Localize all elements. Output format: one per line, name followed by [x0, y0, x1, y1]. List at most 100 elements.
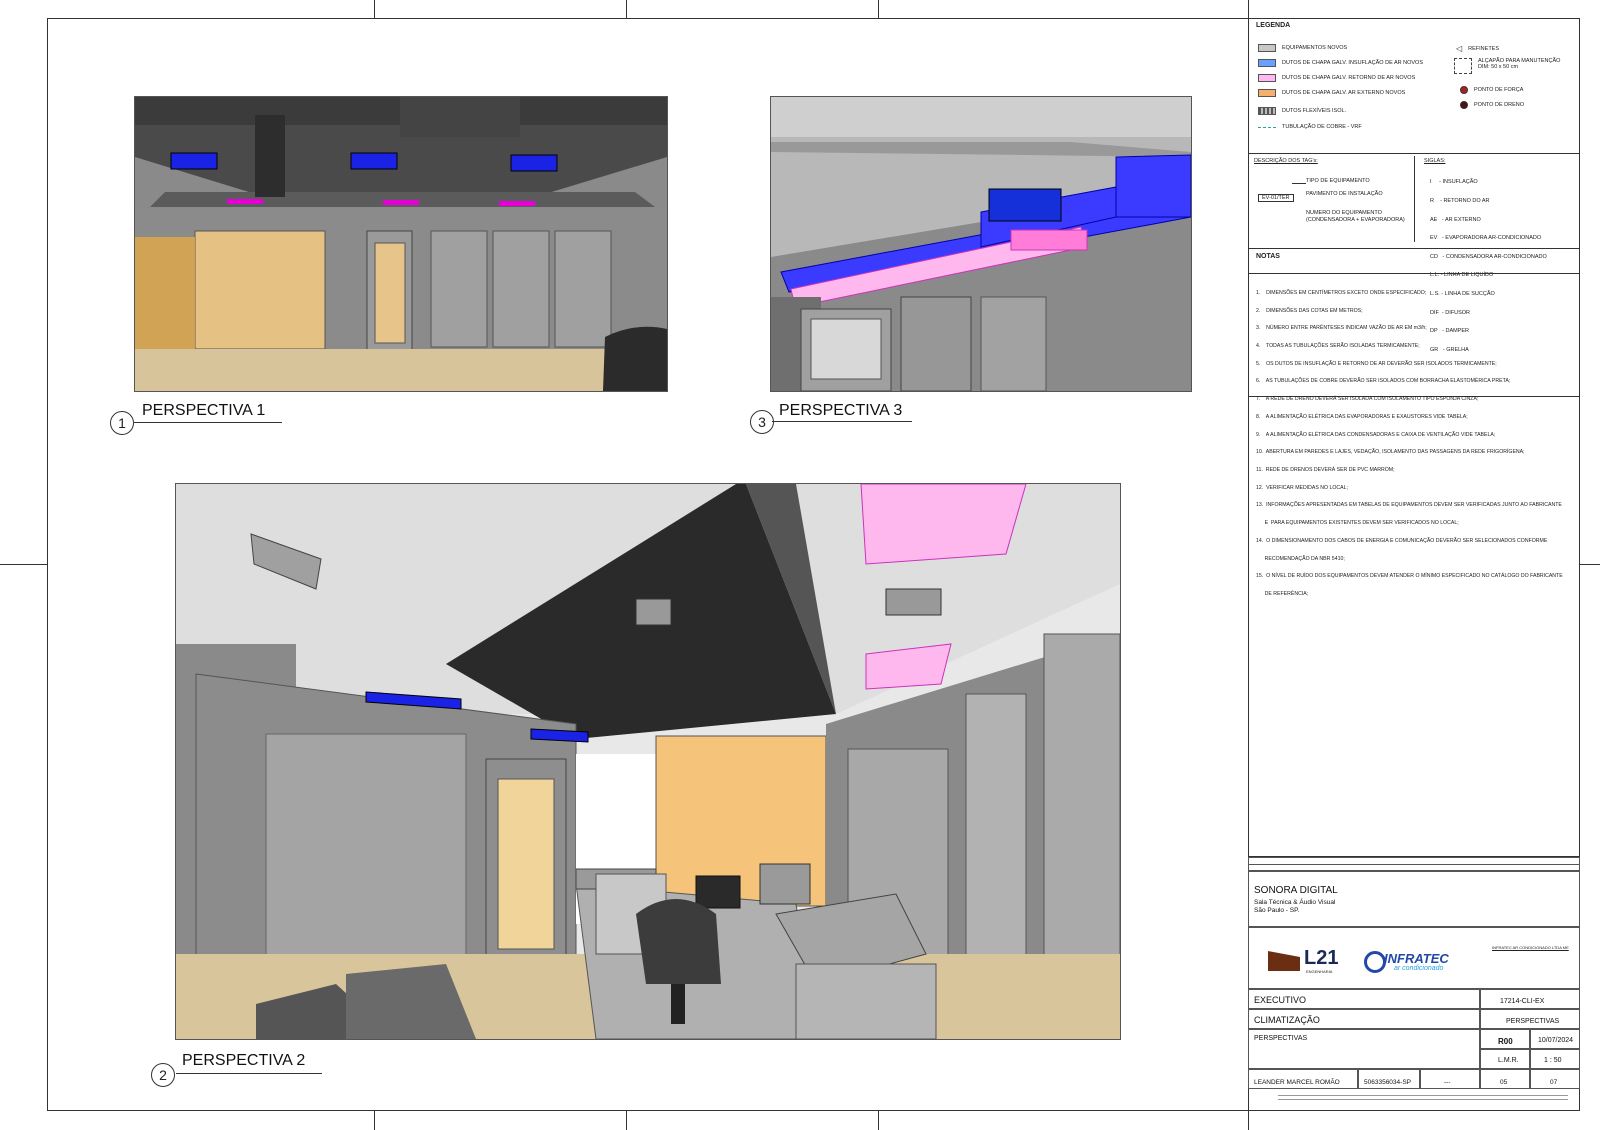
legend-item: EQUIPAMENTOS NOVOS	[1258, 44, 1347, 52]
tag-line: PAVIMENTO DE INSTALAÇÃO	[1306, 191, 1383, 197]
legend-label: EQUIPAMENTOS NOVOS	[1282, 45, 1348, 51]
view-title-underline	[134, 422, 282, 423]
grid-tick	[1580, 564, 1600, 565]
total-sheets-value: 07	[1550, 1079, 1558, 1086]
swatch	[1258, 74, 1276, 82]
l21-logo-sub: ENGENHARIA	[1306, 969, 1333, 974]
sheet-no-value: 05	[1500, 1079, 1508, 1086]
date-value: 10/07/2024	[1538, 1037, 1574, 1044]
note-item: 6. AS TUBULAÇÕES DE COBRE DEVERÃO SER IS…	[1256, 378, 1511, 385]
siglas-heading: SIGLAS:	[1424, 158, 1446, 164]
view-number-circle: 2	[151, 1063, 175, 1087]
grid-tick	[1248, 0, 1249, 18]
tag-code: EV-01/TER	[1258, 194, 1294, 203]
notes-divider	[1248, 273, 1580, 274]
legend-item: ALÇAPÃO PARA MANUTENÇÃO DIM: 50 x 50 cm	[1454, 58, 1560, 74]
grid-tick	[626, 0, 627, 18]
scale-value: 1 : 50	[1544, 1057, 1562, 1064]
perspective-2-render	[175, 483, 1121, 1040]
legend-item: PONTO DE FORÇA	[1460, 86, 1523, 94]
board-type-value: PERSPECTIVAS	[1506, 1018, 1560, 1025]
legend-sublabel: DIM: 50 x 50 cm	[1478, 64, 1519, 70]
legend-label: PONTO DE FORÇA	[1474, 87, 1524, 93]
legend-label: DUTOS FLEXÍVEIS ISOL.	[1282, 108, 1347, 114]
grid-tick	[878, 1111, 879, 1130]
note-item: RECOMENDAÇÃO DA NBR 5410;	[1256, 555, 1345, 562]
note-item: 8. A ALIMENTAÇÃO ELÉTRICA DAS EVAPORADOR…	[1256, 413, 1468, 420]
legend-label: TUBULAÇÃO DE COBRE - VRF	[1282, 124, 1362, 130]
legend-label: DUTOS DE CHAPA GALV. INSUFLAÇÃO DE AR NO…	[1282, 60, 1424, 66]
infratec-company-name: INFRATEC AR CONDICIONADO LTDA ME	[1492, 945, 1569, 950]
note-item: DE REFERÊNCIA;	[1256, 591, 1309, 598]
infratec-logo-icon	[1364, 951, 1386, 973]
note-item: E PARA EQUIPAMENTOS EXISTENTES DEVEM SER…	[1256, 520, 1459, 527]
grid-tick	[374, 0, 375, 18]
responsible-value: LEANDER MARCEL ROMÃO	[1254, 1079, 1340, 1086]
note-item: 4. TODAS AS TUBULAÇÕES SERÃO ISOLADAS TE…	[1256, 342, 1420, 349]
view-title: PERSPECTIVA 1	[142, 402, 266, 419]
tag-line: (CONDENSADORA + EVAPORADORA)	[1306, 217, 1405, 223]
notes-heading: NOTAS	[1256, 253, 1280, 260]
crea-value: 5063356034-SP	[1364, 1079, 1411, 1086]
notes-panel: NOTAS 1. DIMENSÕES EM CENTÍMETROS EXCETO…	[1248, 249, 1580, 597]
perspective-1-render	[134, 96, 668, 392]
client-name: SONORA DIGITAL	[1254, 885, 1338, 896]
note-item: 9. A ALIMENTAÇÃO ELÉTRICA DAS CONDENSADO…	[1256, 431, 1496, 438]
view-title: PERSPECTIVA 3	[779, 402, 903, 419]
power-point-icon	[1460, 86, 1468, 94]
view-number-circle: 1	[110, 411, 134, 435]
infratec-logo-sub: ar condicionado	[1394, 965, 1444, 972]
notes-list: 1. DIMENSÕES EM CENTÍMETROS EXCETO ONDE …	[1256, 279, 1563, 610]
note-item: 12. VERIFICAR MEDIDAS NO LOCAL;	[1256, 484, 1348, 491]
note-item: 13. INFORMAÇÕES APRESENTADAS EM TABELAS …	[1256, 502, 1562, 509]
tags-panel: DESCRIÇÃO DOS TAG's: EV-01/TER TIPO DE E…	[1248, 154, 1580, 353]
grid-tick	[878, 0, 879, 18]
view-title-underline	[176, 1073, 322, 1074]
swatch	[1258, 59, 1276, 67]
swatch	[1258, 44, 1276, 52]
tag-line: TIPO DE EQUIPAMENTO	[1306, 178, 1370, 184]
sigla-item: AE - AR EXTERNO	[1430, 216, 1481, 223]
sigla-item: I - INSUFLAÇÃO	[1430, 179, 1478, 186]
note-item: 7. A REDE DE DRENO DEVERÁ SER ISOLADA CO…	[1256, 396, 1479, 403]
file-name-value: 17214-CLI-EX	[1500, 998, 1545, 1005]
sigla-item: R - RETORNO DO AR	[1430, 198, 1490, 205]
stage-value: EXECUTIVO	[1254, 995, 1307, 1005]
client-sub2: São Paulo - SP.	[1254, 907, 1300, 914]
note-item: 3. NÚMERO ENTRE PARÊNTESES INDICAM VAZÃO…	[1256, 325, 1427, 332]
infratec-logo-text: INFRATEC	[1384, 951, 1449, 966]
sigla-item: EV - EVAPORADORA AR-CONDICIONADO	[1430, 235, 1542, 242]
view-title-underline	[772, 421, 912, 422]
tag-leader	[1292, 183, 1306, 184]
tags-divider	[1414, 156, 1415, 242]
drain-point-icon	[1460, 101, 1468, 109]
note-item: 5. OS DUTOS DE INSUFLAÇÃO E RETORNO DE A…	[1256, 360, 1497, 367]
disclaimer-line	[1278, 1099, 1568, 1100]
discipline-value: CLIMATIZAÇÃO	[1254, 1015, 1320, 1025]
legend-item: ◁ REFINETES	[1456, 44, 1499, 53]
tags-heading: DESCRIÇÃO DOS TAG's:	[1254, 158, 1318, 164]
tag-line: NUMERO DO EQUIPAMENTO	[1306, 210, 1382, 216]
grid-tick	[1248, 1111, 1249, 1130]
legend-item: DUTOS DE CHAPA GALV. INSUFLAÇÃO DE AR NO…	[1258, 59, 1423, 67]
note-item: 1. DIMENSÕES EM CENTÍMETROS EXCETO ONDE …	[1256, 289, 1427, 296]
grid-tick	[626, 1111, 627, 1130]
title-block: SONORA DIGITAL Sala Técnica & Áudio Visu…	[1248, 856, 1580, 1111]
view-title: PERSPECTIVA 2	[182, 1052, 306, 1069]
sheet-title-value: PERSPECTIVAS	[1254, 1035, 1308, 1042]
revision-row-line	[1248, 864, 1580, 865]
swatch	[1258, 89, 1276, 97]
hatch-icon	[1454, 58, 1472, 74]
view-number-circle: 3	[750, 410, 774, 434]
drawn-by-value: L.M.R.	[1498, 1057, 1519, 1064]
legend-panel: LEGENDA EQUIPAMENTOS NOVOS DUTOS DE CHAP…	[1248, 18, 1580, 154]
art-value: ---	[1444, 1079, 1451, 1086]
legend-label: DUTOS DE CHAPA GALV. AR EXTERNO NOVOS	[1282, 90, 1406, 96]
legend-label: PONTO DE DRENO	[1474, 102, 1525, 108]
legend-item: DUTOS DE CHAPA GALV. RETORNO DE AR NOVOS	[1258, 74, 1415, 82]
legend-label: DUTOS DE CHAPA GALV. RETORNO DE AR NOVOS	[1282, 75, 1416, 81]
refinete-icon: ◁	[1456, 44, 1463, 53]
legend-item: DUTOS DE CHAPA GALV. AR EXTERNO NOVOS	[1258, 89, 1405, 97]
swatch	[1258, 126, 1276, 128]
legend-heading: LEGENDA	[1256, 22, 1291, 29]
